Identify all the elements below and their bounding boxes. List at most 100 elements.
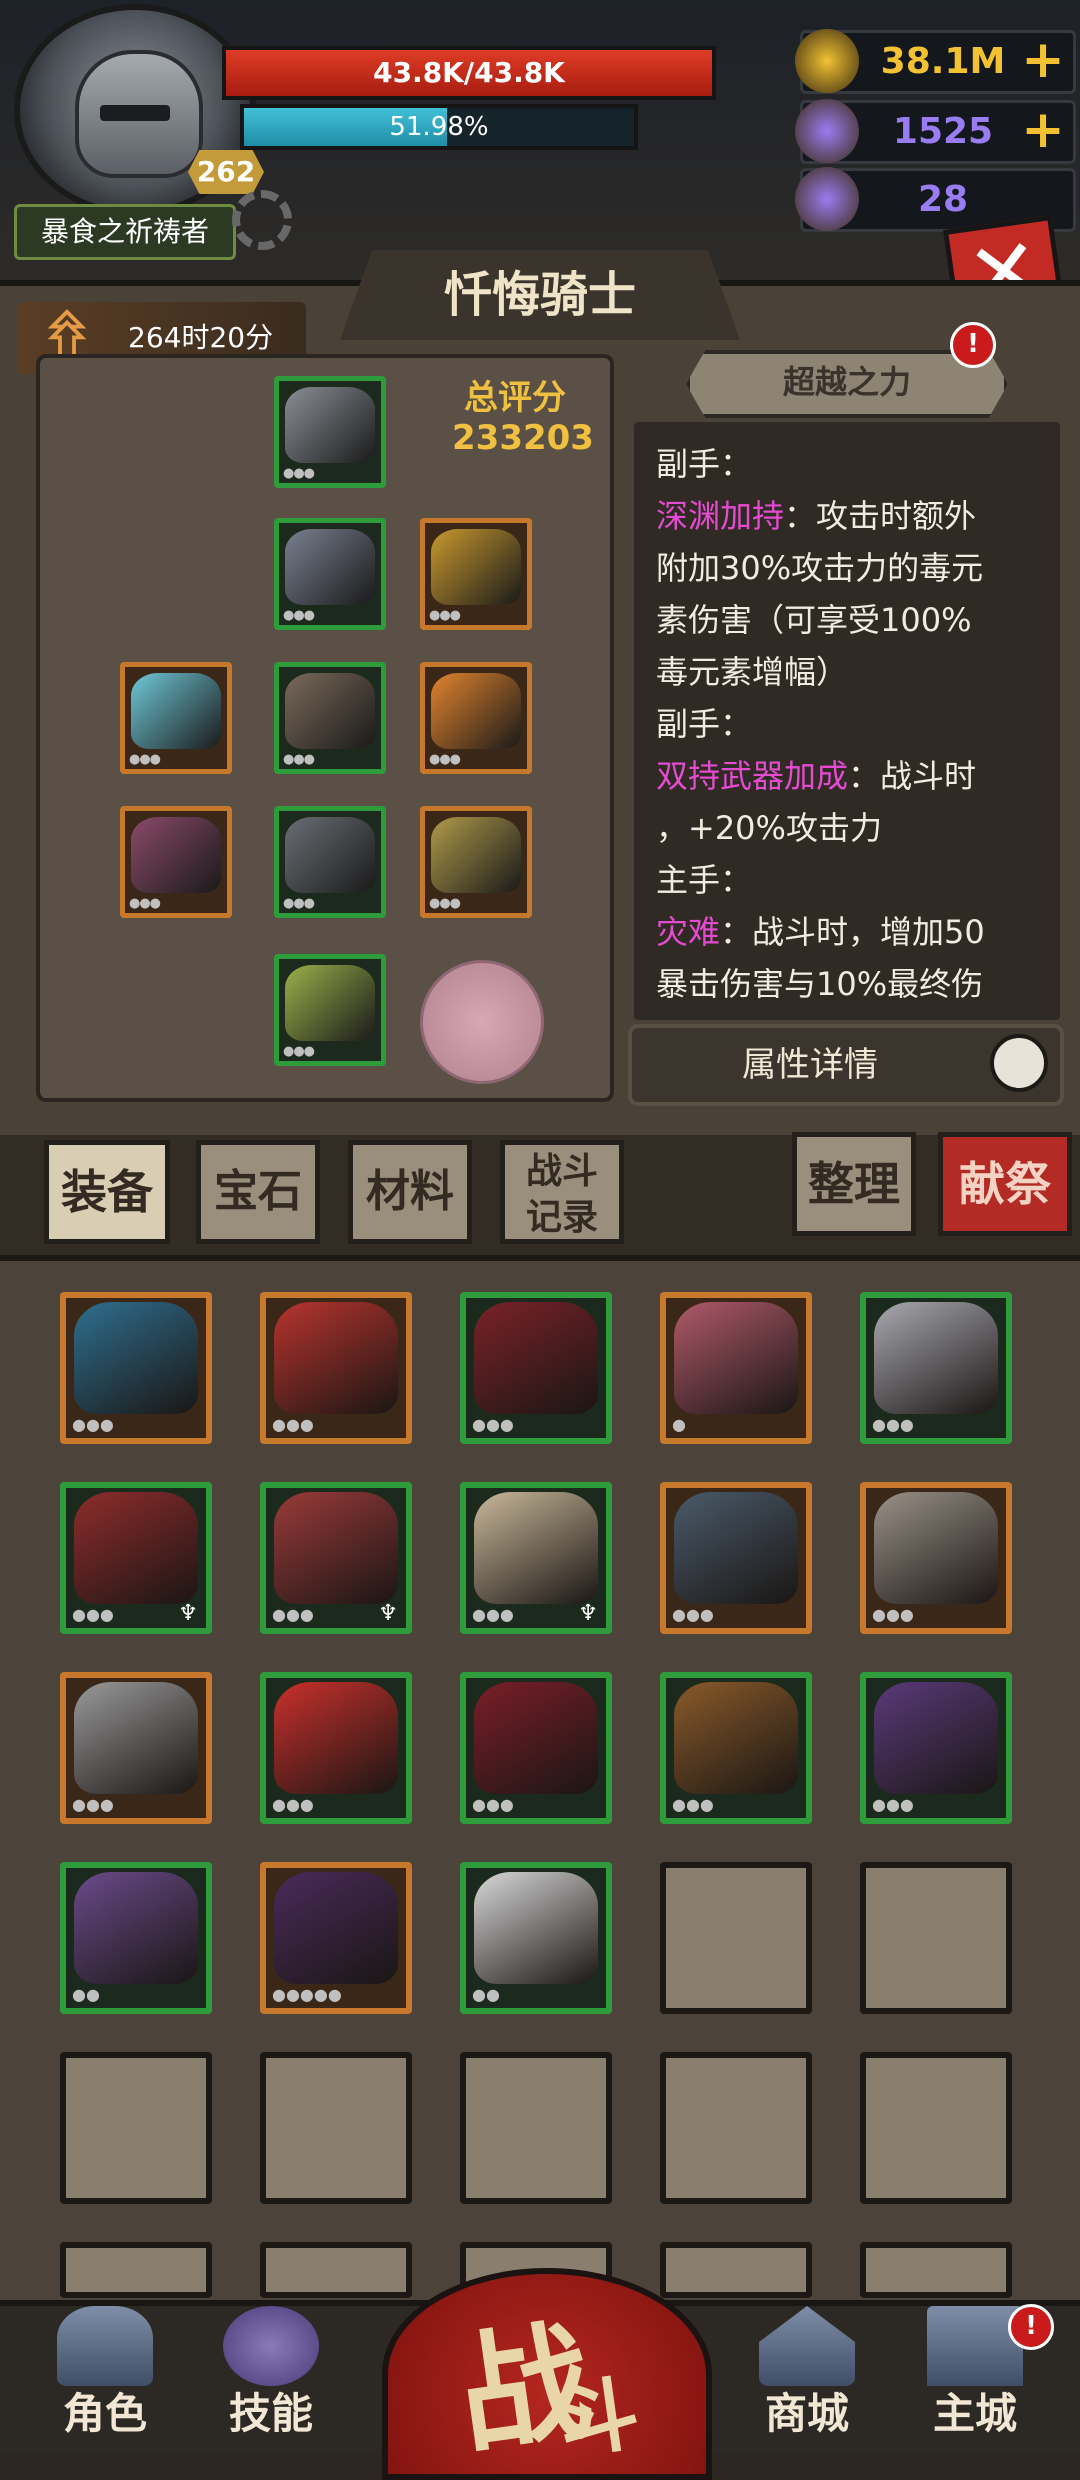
- empty-inventory-slot[interactable]: [260, 2052, 412, 2204]
- equip-slot-armor[interactable]: ●●●: [274, 518, 386, 630]
- inventory-item[interactable]: ●●●: [860, 1292, 1012, 1444]
- demon-mark-icon: ♆: [578, 1601, 598, 1626]
- equip-slot-greaves[interactable]: ●●●: [274, 806, 386, 918]
- xp-text: 51.98%: [389, 112, 489, 142]
- sacrifice-button-label: 献祭: [959, 1157, 1051, 1211]
- search-magnifier-icon: [990, 1034, 1048, 1092]
- item-gem-pips: ●●●: [472, 1795, 514, 1814]
- empty-inventory-slot[interactable]: [60, 2052, 212, 2204]
- sacrifice-button[interactable]: 献祭: [938, 1132, 1072, 1236]
- orb-item-icon: [431, 673, 521, 749]
- skill-name: 深渊加持: [656, 497, 785, 535]
- slot-gem-pips: ●●●: [129, 752, 161, 767]
- empty-inventory-slot[interactable]: [660, 2052, 812, 2204]
- demon-mark-icon: ♆: [178, 1601, 198, 1626]
- inventory-item[interactable]: ●: [660, 1292, 812, 1444]
- helmet-item-icon: [285, 387, 375, 463]
- empty-inventory-slot[interactable]: [460, 2052, 612, 2204]
- tab-battle-log[interactable]: 战斗记录: [500, 1140, 624, 1244]
- equip-slot-serpent[interactable]: ●●●: [420, 806, 532, 918]
- item-art-icon: [274, 1682, 398, 1794]
- inventory-item[interactable]: ●●●: [460, 1292, 612, 1444]
- item-art-icon: [274, 1302, 398, 1414]
- nav-role-button[interactable]: 角色: [30, 2306, 180, 2454]
- empty-inventory-slot[interactable]: [660, 1862, 812, 2014]
- item-art-icon: [274, 1872, 398, 1984]
- skill-swirl-icon: [223, 2306, 319, 2386]
- description-line: 暴击伤害与10%最终伤: [656, 960, 1048, 1008]
- nav-skill-button[interactable]: 技能: [196, 2306, 346, 2454]
- tab-gems[interactable]: 宝石: [196, 1140, 320, 1244]
- inventory-item[interactable]: ●●● ♆: [460, 1482, 612, 1634]
- tab-materials[interactable]: 材料: [348, 1140, 472, 1244]
- nav-shop-button[interactable]: 商城: [732, 2306, 882, 2454]
- empty-inventory-slot[interactable]: [660, 2242, 812, 2298]
- empty-inventory-slot[interactable]: [60, 2242, 212, 2298]
- slot-gem-pips: ●●●: [283, 896, 315, 911]
- tab-gems-label: 宝石: [214, 1166, 302, 1217]
- item-gem-pips: ●●: [472, 1985, 500, 2004]
- attribute-details-button[interactable]: 属性详情: [628, 1024, 1064, 1106]
- character-class-title: 忏悔骑士: [443, 267, 636, 323]
- set-bonus-description[interactable]: 副手： 深渊加持：攻击时额外 附加30%攻击力的毒元 素伤害（可享受100% 毒元素增幅…: [630, 418, 1064, 1024]
- tab-equipment[interactable]: 装备: [44, 1140, 170, 1244]
- description-text: ：战斗时: [848, 757, 977, 795]
- item-art-icon: [674, 1302, 798, 1414]
- description-text: ：战斗时，增加50: [720, 913, 985, 951]
- inventory-item[interactable]: ●●: [460, 1862, 612, 2014]
- inventory-item[interactable]: ●●●●●: [260, 1862, 412, 2014]
- inventory-item[interactable]: ●●●: [660, 1482, 812, 1634]
- inventory-item[interactable]: ●●●: [460, 1672, 612, 1824]
- boots-item-icon: [285, 965, 375, 1041]
- equip-slot-belt[interactable]: ●●●: [274, 662, 386, 774]
- inventory-item[interactable]: ●●●: [60, 1672, 212, 1824]
- inventory-item[interactable]: ●●●: [60, 1292, 212, 1444]
- belt-item-icon: [285, 673, 375, 749]
- item-gem-pips: ●●●: [272, 1795, 314, 1814]
- description-text: 素伤害（可享受100%: [656, 601, 972, 639]
- empty-inventory-slot[interactable]: [860, 2052, 1012, 2204]
- slot-gem-pips: ●●●: [129, 896, 161, 911]
- inventory-item[interactable]: ●●●: [860, 1672, 1012, 1824]
- role-helmet-icon: [57, 2306, 153, 2386]
- item-art-icon: [474, 1872, 598, 1984]
- description-line: 主手：: [656, 856, 1048, 904]
- description-line: 素伤害（可享受100%: [656, 596, 1048, 644]
- inventory-item[interactable]: ●●●: [260, 1292, 412, 1444]
- inventory-item[interactable]: ●●●: [860, 1482, 1012, 1634]
- item-gem-pips: ●●●: [272, 1415, 314, 1434]
- description-text: 副手：: [656, 445, 753, 483]
- equip-slot-tome[interactable]: ●●●: [420, 518, 532, 630]
- equip-slot-staff[interactable]: ●●●: [120, 806, 232, 918]
- slot-gem-pips: ●●●: [429, 608, 461, 623]
- player-title[interactable]: 暴食之祈祷者: [14, 204, 236, 260]
- fight-label-small: 斗: [552, 2366, 645, 2471]
- inventory-item[interactable]: ●●●: [660, 1672, 812, 1824]
- item-art-icon: [74, 1872, 198, 1984]
- seal-slot-icon[interactable]: [420, 960, 544, 1084]
- sort-button[interactable]: 整理: [792, 1132, 916, 1236]
- slot-gem-pips: ●●●: [283, 608, 315, 623]
- inventory-item[interactable]: ●●● ♆: [60, 1482, 212, 1634]
- description-text: 副手：: [656, 705, 753, 743]
- empty-inventory-slot[interactable]: [860, 1862, 1012, 2014]
- add-crystal-button[interactable]: +: [1019, 104, 1067, 156]
- demon-mark-icon: ♆: [378, 1601, 398, 1626]
- add-gold-button[interactable]: +: [1019, 34, 1067, 86]
- equip-slot-helmet[interactable]: ●●●: [274, 376, 386, 488]
- fight-button[interactable]: 战 斗: [382, 2268, 712, 2480]
- inventory-item[interactable]: ●●: [60, 1862, 212, 2014]
- empty-inventory-slot[interactable]: [260, 2242, 412, 2298]
- inventory-item[interactable]: ●●● ♆: [260, 1482, 412, 1634]
- equip-slot-orb[interactable]: ●●●: [420, 662, 532, 774]
- tab-materials-label: 材料: [366, 1166, 454, 1217]
- description-line: 双持武器加成：战斗时: [656, 752, 1048, 800]
- inventory-item[interactable]: ●●●: [260, 1672, 412, 1824]
- sort-button-label: 整理: [808, 1157, 900, 1211]
- resource-ram-value: 28: [917, 179, 969, 220]
- equip-slot-amulet[interactable]: ●●●: [120, 662, 232, 774]
- equip-slot-boots[interactable]: ●●●: [274, 954, 386, 1066]
- empty-inventory-slot[interactable]: [860, 2242, 1012, 2298]
- settings-gear-icon[interactable]: [232, 190, 292, 250]
- item-gem-pips: ●●●: [72, 1795, 114, 1814]
